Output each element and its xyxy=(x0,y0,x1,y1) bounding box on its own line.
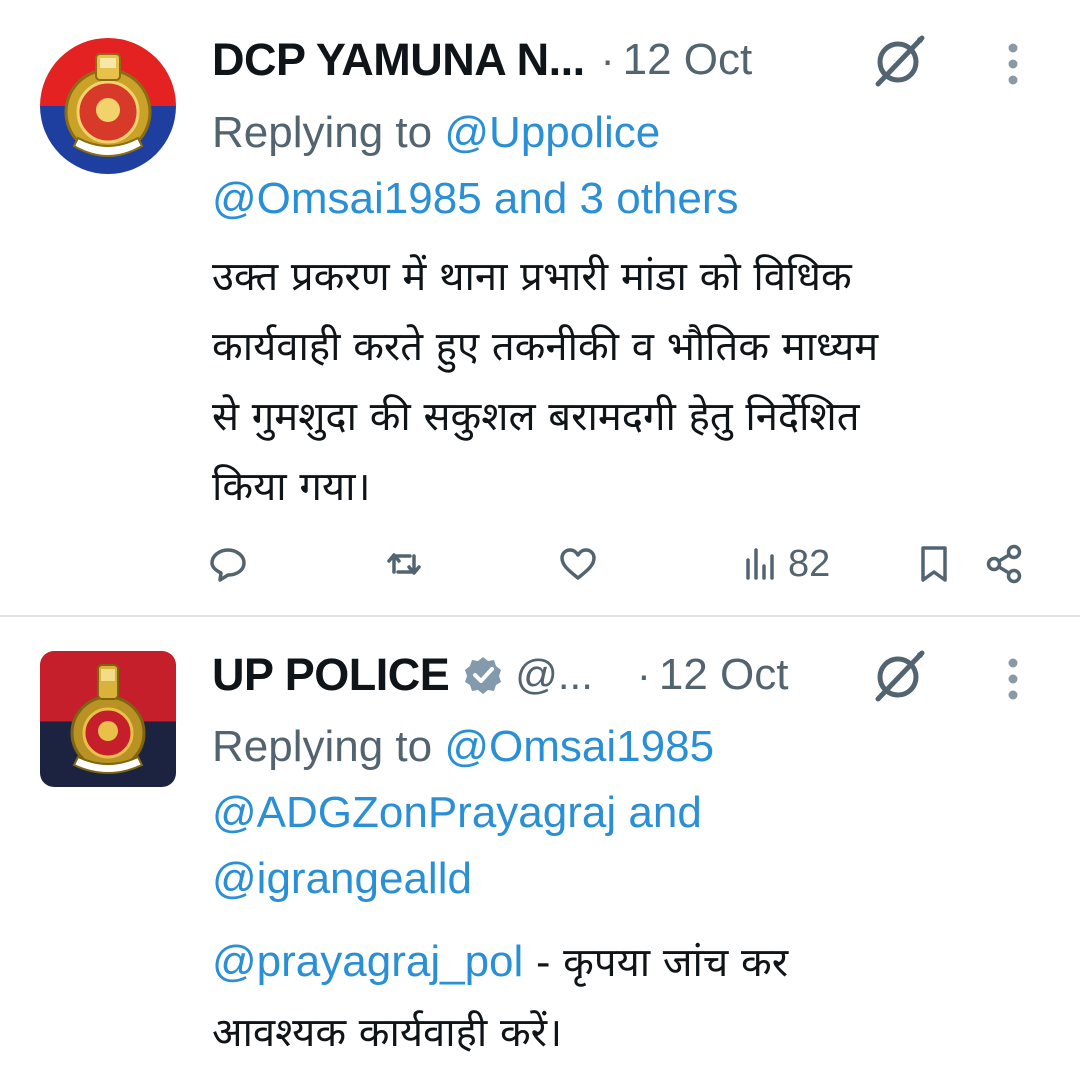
tweet-text: @prayagraj_pol - कृपया जांच कर आवश्यक का… xyxy=(212,927,1062,1068)
more-icon[interactable] xyxy=(1003,42,1023,86)
heart-icon xyxy=(560,548,596,580)
verified-badge-icon xyxy=(465,657,502,694)
views-icon xyxy=(746,548,774,580)
retweet-button[interactable] xyxy=(382,536,426,592)
replying-to-line: Replying to @Uppolice @Omsai1985 and 3 o… xyxy=(212,100,1052,232)
tweet-text-line: किया गया। xyxy=(212,464,371,510)
views-button[interactable]: 82 xyxy=(740,536,830,592)
like-button[interactable] xyxy=(556,536,600,592)
retweet-icon xyxy=(387,553,421,575)
tweet-text-line: @prayagraj_pol - कृपया जांच कर xyxy=(212,927,1062,998)
tweet-header: DCP YAMUNA N... · 12 Oct xyxy=(212,30,752,90)
tweet-text-line: उक्त प्रकरण में थाना प्रभारी मांडा को वि… xyxy=(212,254,852,300)
grok-icon[interactable] xyxy=(870,647,928,705)
tweet-text-line: आवश्यक कार्यवाही करें। xyxy=(212,1010,563,1056)
author-name[interactable]: UP POLICE xyxy=(212,649,450,701)
share-button[interactable] xyxy=(982,536,1026,592)
avatar[interactable] xyxy=(40,651,176,787)
replying-to-label: Replying to xyxy=(212,722,433,771)
tweet-text-segment: - कृपया जांच कर xyxy=(523,940,789,986)
bookmark-icon xyxy=(921,546,947,582)
reply-button[interactable] xyxy=(206,536,250,592)
view-count: 82 xyxy=(788,542,831,585)
tweet-up-police[interactable]: UP POLICE @... · 12 Oct Replying to @Oms… xyxy=(0,617,1080,1089)
others-link[interactable]: and xyxy=(616,788,701,837)
tweet-date[interactable]: 12 Oct xyxy=(659,650,789,700)
up-police-emblem-icon xyxy=(70,664,146,774)
tweet-dcp-yamuna[interactable]: DCP YAMUNA N... · 12 Oct Replying to @Up… xyxy=(0,0,1080,616)
author-handle[interactable]: @... xyxy=(515,651,593,699)
more-icon[interactable] xyxy=(1003,657,1023,701)
share-icon xyxy=(986,544,1022,584)
tweet-text-line: से गुमशुदा की सकुशल बरामदगी हेतु निर्देश… xyxy=(212,394,860,440)
grok-icon[interactable] xyxy=(870,32,928,90)
replying-to-line: Replying to @Omsai1985 @ADGZonPrayagraj … xyxy=(212,714,1052,912)
tweet-header: UP POLICE @... · 12 Oct xyxy=(212,645,789,705)
dot-separator: · xyxy=(600,36,615,83)
up-police-emblem-icon xyxy=(64,53,152,157)
mention-link[interactable]: @prayagraj_pol xyxy=(212,937,523,986)
author-name[interactable]: DCP YAMUNA N... xyxy=(212,34,585,86)
mention-link[interactable]: @ADGZonPrayagraj xyxy=(212,788,616,837)
avatar[interactable] xyxy=(40,38,176,174)
replying-to-label: Replying to xyxy=(212,108,433,157)
tweet-text: उक्त प्रकरण में थाना प्रभारी मांडा को वि… xyxy=(212,242,1062,522)
reply-icon xyxy=(210,548,246,582)
mention-link[interactable]: @igrangealld xyxy=(212,854,472,903)
mention-link[interactable]: @Omsai1985 xyxy=(212,174,482,223)
bookmark-button[interactable] xyxy=(912,536,956,592)
dot-separator: · xyxy=(636,651,651,698)
mention-link[interactable]: @Omsai1985 xyxy=(444,722,714,771)
tweet-date[interactable]: 12 Oct xyxy=(623,35,753,85)
others-link[interactable]: and 3 others xyxy=(482,174,739,223)
mention-link[interactable]: @Uppolice xyxy=(444,108,660,157)
action-bar: 82 xyxy=(200,536,1040,592)
tweet-text-line: कार्यवाही करते हुए तकनीकी व भौतिक माध्यम xyxy=(212,324,879,370)
